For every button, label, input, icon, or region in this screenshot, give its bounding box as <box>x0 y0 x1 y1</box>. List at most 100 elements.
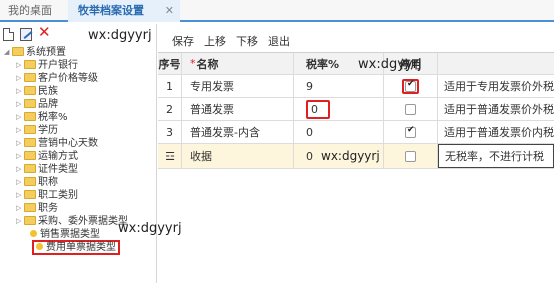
folder-icon <box>24 99 36 108</box>
expand-arrow-icon[interactable]: ▷ <box>16 215 24 228</box>
exit-button[interactable]: 退出 <box>268 33 290 49</box>
tree-node-label: 系统预置 <box>26 47 66 58</box>
save-button[interactable]: 保存 <box>172 33 194 49</box>
table-row[interactable]: 2 普通发票 0 适用于普通发票价外税票 <box>158 98 554 121</box>
tree-node-label: 品牌 <box>38 99 58 110</box>
expand-arrow-icon[interactable]: ▷ <box>16 202 24 215</box>
folder-icon <box>24 125 36 134</box>
move-down-button[interactable]: 下移 <box>236 33 258 49</box>
table-row-editing[interactable]: ☲ 收据 0 wx:dgyyrj 无税率，不进行计税 <box>158 144 554 169</box>
tab-my-desktop[interactable]: 我的桌面 <box>8 0 52 22</box>
tree-node[interactable]: ▷ 证件类型 <box>16 163 78 176</box>
collapse-arrow-icon[interactable]: ◢ <box>4 46 12 59</box>
table-row[interactable]: 1 专用发票 9 适用于专用发票价外税票 <box>158 75 554 98</box>
folder-icon <box>24 112 36 121</box>
tree-node-label: 民族 <box>38 86 58 97</box>
right-grid-panel: 保存 上移 下移 退出 序号 *名称 税率% 停用 1 专用发票 9 适用于专用… <box>158 24 554 283</box>
expand-arrow-icon[interactable]: ▷ <box>16 150 24 163</box>
folder-icon <box>24 190 36 199</box>
watermark-text: wx:dgyyrj <box>321 149 380 163</box>
tree-node-label: 税率% <box>38 112 68 123</box>
tree-node-label: 销售票据类型 <box>40 229 100 240</box>
table-row[interactable]: 3 普通发票-内含 0 适用于普通发票价内税票 <box>158 121 554 144</box>
tree-node-label: 职称 <box>38 177 58 188</box>
move-up-button[interactable]: 上移 <box>204 33 226 49</box>
expand-arrow-icon[interactable]: ▷ <box>16 189 24 202</box>
edit-icon[interactable] <box>20 28 32 41</box>
tree-node[interactable]: ▷ 营销中心天数 <box>16 137 98 150</box>
row-name[interactable]: 收据 <box>182 144 294 168</box>
tree-node[interactable]: ▷ 客户价格等级 <box>16 72 98 85</box>
header-name[interactable]: * 名称 <box>182 53 294 74</box>
watermark-text: wx:dgyyrj <box>358 57 422 72</box>
folder-icon <box>24 216 36 225</box>
tree-node[interactable]: ▷ 品牌 <box>16 98 58 111</box>
row-editing-icon: ☲ <box>165 149 175 163</box>
close-icon[interactable]: ✕ <box>165 0 174 22</box>
expand-arrow-icon[interactable]: ▷ <box>16 111 24 124</box>
folder-icon <box>24 73 36 82</box>
tree-node[interactable]: ▷ 职称 <box>16 176 58 189</box>
tab-archive-settings[interactable]: 牧举档案设置 ✕ <box>68 0 180 22</box>
expand-arrow-icon[interactable]: ▷ <box>16 72 24 85</box>
tree-toolbar: ✕ wx:dgyyrj <box>0 24 156 46</box>
row-seq: 2 <box>158 98 182 120</box>
tree-node[interactable]: ▷ 采购、委外票据类型 <box>16 215 128 228</box>
tree-node[interactable]: ▷ 学历 <box>16 124 58 137</box>
row-rate[interactable]: 0 <box>294 121 384 143</box>
tree-node[interactable]: ▷ 税率% <box>16 111 68 124</box>
tree-node-label: 采购、委外票据类型 <box>38 216 128 227</box>
row-rate-cell[interactable]: 0 <box>294 98 384 120</box>
row-name[interactable]: 专用发票 <box>182 75 294 97</box>
new-document-icon[interactable] <box>3 28 14 41</box>
folder-icon <box>24 151 36 160</box>
folder-icon <box>24 60 36 69</box>
expand-arrow-icon[interactable]: ▷ <box>16 124 24 137</box>
table-header-row: 序号 * 名称 税率% 停用 <box>158 52 554 75</box>
row-description[interactable]: 适用于普通发票价外税票 <box>438 98 554 120</box>
row-name[interactable]: 普通发票 <box>182 98 294 120</box>
header-name-label: 名称 <box>196 57 219 71</box>
row-disabled-cell <box>384 98 438 120</box>
required-mark: * <box>190 57 196 70</box>
expand-arrow-icon[interactable]: ▷ <box>16 137 24 150</box>
tree-leaf-node-selected[interactable]: 费用单票据类型 <box>32 240 120 255</box>
tab-bar: 我的桌面 牧举档案设置 ✕ <box>0 0 554 22</box>
row-rate-cell[interactable]: 0 wx:dgyyrj <box>294 144 384 168</box>
row-description-input[interactable]: 无税率，不进行计税 <box>438 144 554 168</box>
watermark-text: wx:dgyyrj <box>88 28 152 43</box>
expand-arrow-icon[interactable]: ▷ <box>16 85 24 98</box>
disabled-checkbox[interactable] <box>405 150 416 162</box>
folder-icon <box>24 86 36 95</box>
header-description <box>438 53 554 74</box>
row-rate: 0 <box>306 149 313 163</box>
row-description[interactable]: 适用于专用发票价外税票 <box>438 75 554 97</box>
row-description[interactable]: 适用于普通发票价内税票 <box>438 121 554 143</box>
tree-node[interactable]: ▷ 运输方式 <box>16 150 78 163</box>
row-edit-icon-cell: ☲ <box>158 144 182 168</box>
folder-icon <box>24 203 36 212</box>
expand-arrow-icon[interactable]: ▷ <box>16 163 24 176</box>
tree-node-label: 学历 <box>38 125 58 136</box>
expand-arrow-icon[interactable]: ▷ <box>16 98 24 111</box>
folder-icon <box>24 164 36 173</box>
tree-node-root[interactable]: ◢ 系统预置 <box>4 46 66 59</box>
tree-node-label: 运输方式 <box>38 151 78 162</box>
expand-arrow-icon[interactable]: ▷ <box>16 59 24 72</box>
delete-icon[interactable]: ✕ <box>38 25 51 40</box>
row-seq: 1 <box>158 75 182 97</box>
row-disabled-cell <box>384 75 438 97</box>
disabled-checkbox[interactable] <box>405 125 416 138</box>
left-tree-panel: ✕ wx:dgyyrj ◢ 系统预置 ▷ 开户银行 ▷ 客户价格等级 ▷ 民族 ▷ 品牌 … <box>0 24 182 283</box>
tree-node[interactable]: ▷ 民族 <box>16 85 58 98</box>
rate-input-highlighted[interactable]: 0 <box>306 99 330 119</box>
tree-node[interactable]: ▷ 职务 <box>16 202 58 215</box>
disabled-checkbox[interactable] <box>405 79 416 92</box>
tree-node[interactable]: ▷ 开户银行 <box>16 59 78 72</box>
header-seq: 序号 <box>158 53 182 74</box>
disabled-checkbox[interactable] <box>405 103 416 115</box>
row-name[interactable]: 普通发票-内含 <box>182 121 294 143</box>
tree-node[interactable]: ▷ 职工类别 <box>16 189 78 202</box>
row-rate[interactable]: 9 <box>294 75 384 97</box>
expand-arrow-icon[interactable]: ▷ <box>16 176 24 189</box>
